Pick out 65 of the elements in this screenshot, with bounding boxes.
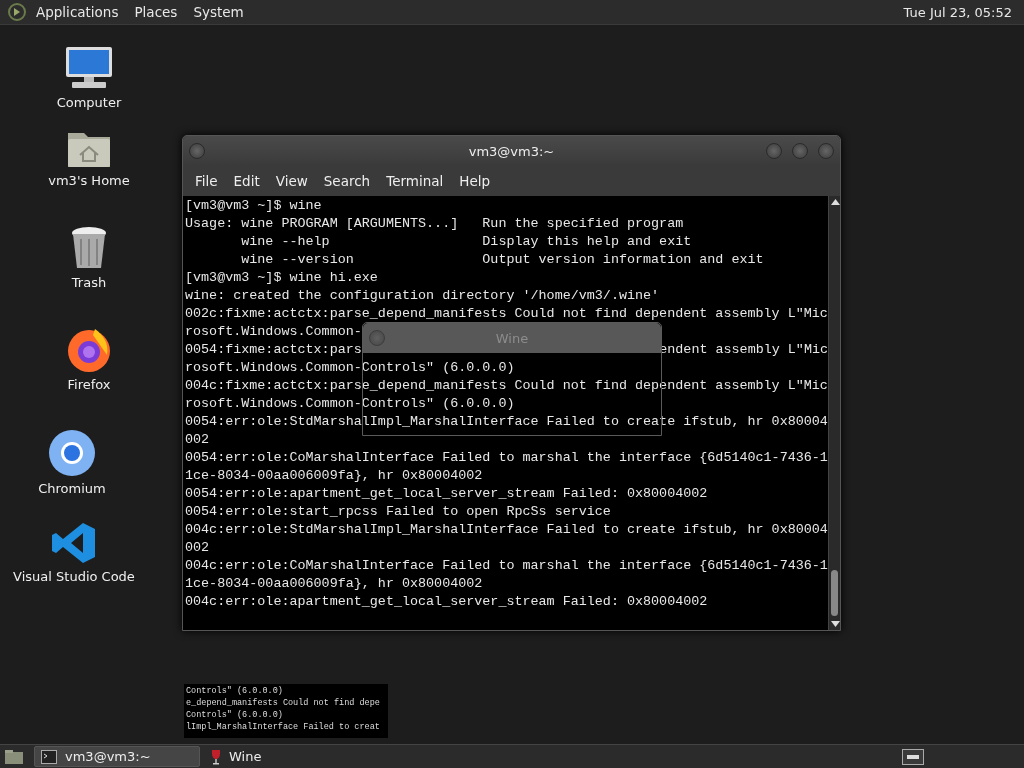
terminal-line: 1ce-8034-00aa006009fa}, hr 0x80004002 bbox=[185, 467, 483, 485]
desktop-icon-label[interactable]: vm3's Home bbox=[48, 173, 130, 188]
terminal-line: endent assembly L"Mic bbox=[659, 341, 828, 359]
menu-item[interactable]: File bbox=[187, 173, 226, 189]
terminal-line: 004c:fixme:actctx:parse_depend_manifests Could not find dependent assembly L"Mic bbox=[185, 377, 828, 395]
preview-line: lImpl_MarshalInterface Failed to creat bbox=[186, 721, 381, 733]
terminal-line: 004c:err:ole:StdMarshalImpl_MarshalInterface Failed to create ifstub, hr 0x80004 bbox=[185, 521, 828, 539]
terminal-line: 0054:fixme:actctx:pars bbox=[185, 341, 362, 359]
desktop-icon-label[interactable]: Visual Studio Code bbox=[13, 569, 135, 584]
maximize-button[interactable] bbox=[792, 143, 808, 159]
preview-line: e_depend_manifests Could not find depe bbox=[186, 697, 381, 709]
terminal-line: Usage: wine PROGRAM [ARGUMENTS...] Run the specified program bbox=[185, 215, 684, 233]
terminal-line: rosoft.Windows.Common-Controls" (6.0.0.0) bbox=[185, 359, 515, 377]
terminal-line: 004c:err:ole:CoMarshalInterface Failed to marshal the interface {6d5140c1-7436-1 bbox=[185, 557, 828, 575]
desktop-icon-label[interactable]: Trash bbox=[71, 275, 107, 290]
workspace-switcher-icon[interactable] bbox=[902, 748, 924, 765]
terminal-line: wine --version Output version information and exit bbox=[240, 251, 764, 269]
terminal-line: wine --help Display this help and exit bbox=[240, 233, 692, 251]
taskbar-button[interactable]: vm3@vm3:~ bbox=[34, 746, 200, 767]
window-title: vm3@vm3:~ bbox=[468, 143, 555, 159]
window-menu-button[interactable] bbox=[189, 143, 205, 159]
menu-item[interactable]: Help bbox=[451, 173, 499, 189]
scroll-thumb[interactable] bbox=[831, 570, 838, 616]
show-desktop-icon[interactable] bbox=[4, 748, 24, 765]
menu-item[interactable]: View bbox=[267, 173, 316, 189]
window-menu-button[interactable] bbox=[369, 330, 385, 346]
terminal-line: rosoft.Windows.Common- bbox=[185, 323, 362, 341]
scroll-up-icon[interactable] bbox=[831, 199, 840, 205]
browser-icon bbox=[48, 429, 96, 477]
terminal-line: rosoft.Windows.Common-Controls" (6.0.0.0) bbox=[185, 395, 515, 413]
minimize-button[interactable] bbox=[766, 143, 782, 159]
panel-menu[interactable]: Applications bbox=[28, 4, 127, 20]
terminal-line: 002c:fixme:actctx:parse_depend_manifests Could not find dependent assembly L"Mic bbox=[185, 305, 828, 323]
terminal-line: 0054:err:ole:CoMarshalInterface Failed to marshal the interface {6d5140c1-7436-1 bbox=[185, 449, 828, 467]
terminal-line: 002 bbox=[185, 539, 210, 557]
terminal-line: 1ce-8034-00aa006009fa}, hr 0x80004002 bbox=[185, 575, 483, 593]
desktop-icon-label[interactable]: Chromium bbox=[38, 481, 106, 496]
close-button[interactable] bbox=[818, 143, 834, 159]
window-preview[interactable]: Controls" (6.0.0.0) e_depend_manifests Could not find depe Controls" (6.0.0.0) lImpl_MarshalInterface Failed to creat bbox=[184, 684, 388, 738]
wine-glass-icon bbox=[211, 748, 221, 765]
terminal-line: 004c:err:ole:apartment_get_local_server_stream Failed: 0x80004002 bbox=[185, 593, 708, 611]
system-logo-icon bbox=[8, 3, 26, 21]
scrollbar[interactable] bbox=[828, 196, 840, 630]
trash-icon bbox=[69, 225, 109, 271]
desktop-icon-label[interactable]: Firefox bbox=[67, 377, 111, 392]
menu-item[interactable]: Edit bbox=[225, 173, 268, 189]
panel-menu[interactable]: Places bbox=[126, 4, 186, 20]
terminal-line: 0054:err:ole:apartment_get_local_server_stream Failed: 0x80004002 bbox=[185, 485, 708, 503]
terminal-line: 002 bbox=[185, 431, 210, 449]
menu-item[interactable]: Search bbox=[315, 173, 379, 189]
terminal-line: 0054:err:ole:start_rpcss Failed to open RpcSs service bbox=[185, 503, 611, 521]
code-editor-icon bbox=[51, 521, 97, 565]
computer-icon bbox=[64, 45, 114, 91]
panel-menu[interactable]: System bbox=[185, 4, 252, 20]
menu-item[interactable]: Terminal bbox=[378, 173, 452, 189]
preview-line: Controls" (6.0.0.0) bbox=[186, 709, 284, 721]
clock[interactable]: Tue Jul 23, 05:52 bbox=[903, 4, 1016, 20]
terminal-icon bbox=[41, 749, 57, 764]
terminal-line: wine: created the configuration directory '/home/vm3/.wine' bbox=[185, 287, 660, 305]
desktop-icon-label[interactable]: Computer bbox=[56, 95, 122, 110]
terminal-line: [vm3@vm3 ~]$ wine bbox=[185, 197, 322, 215]
preview-line: Controls" (6.0.0.0) bbox=[186, 685, 284, 697]
terminal-line: [vm3@vm3 ~]$ wine hi.exe bbox=[185, 269, 378, 287]
scroll-down-icon[interactable] bbox=[831, 621, 840, 627]
taskbar-button[interactable]: Wine bbox=[204, 746, 370, 767]
